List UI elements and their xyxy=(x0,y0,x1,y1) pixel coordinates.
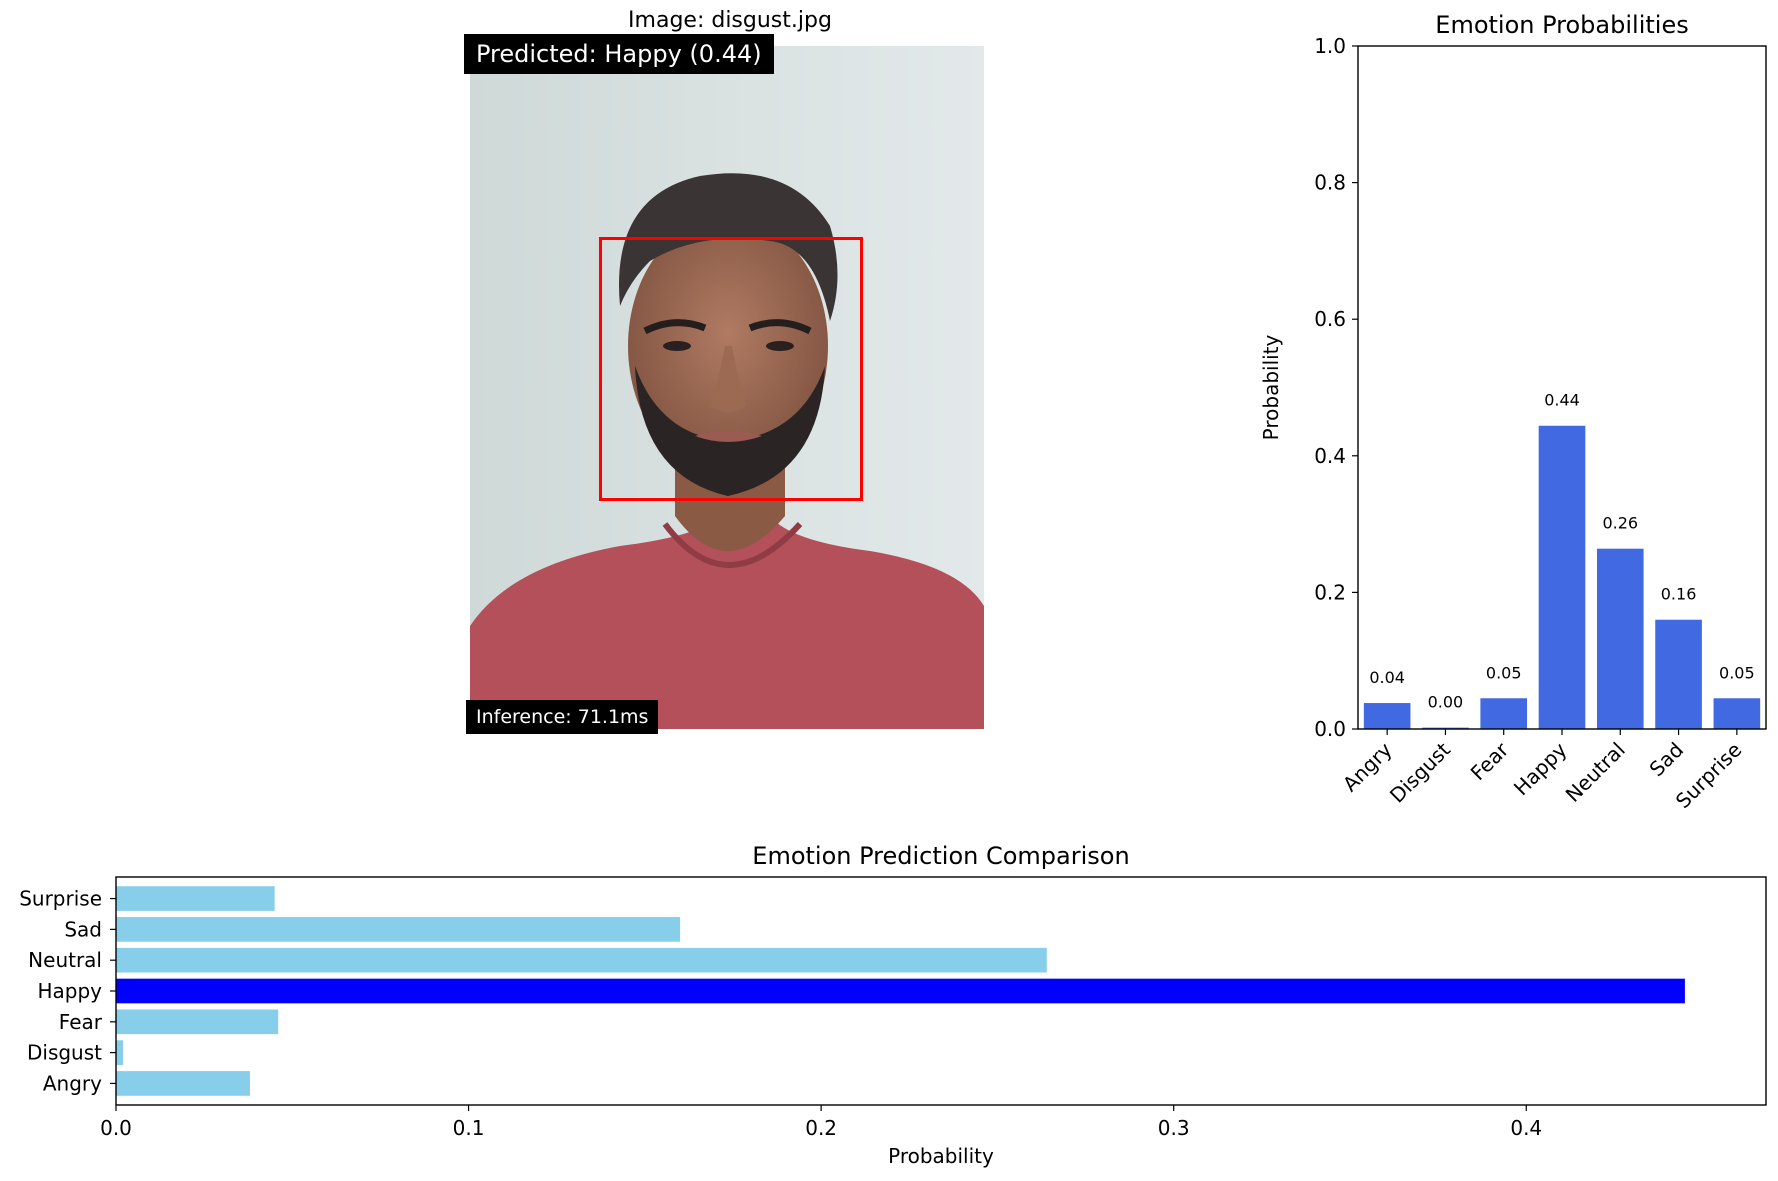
x-tick-label: 0.1 xyxy=(453,1116,485,1140)
emotion-probabilities-chart: Emotion Probabilities0.04Angry0.00Disgus… xyxy=(1259,11,1767,813)
chart-title: Emotion Prediction Comparison xyxy=(752,842,1129,870)
bar-fear xyxy=(1480,698,1528,729)
bar-value-label: 0.05 xyxy=(1486,663,1522,682)
x-tick-label: 0.3 xyxy=(1158,1116,1190,1140)
y-tick-label: Happy xyxy=(37,979,102,1003)
y-tick-label: Neutral xyxy=(28,948,102,972)
y-tick-label: 0.2 xyxy=(1314,580,1346,604)
bar-sad xyxy=(1655,619,1702,729)
hbar-sad xyxy=(116,917,681,942)
y-tick-label: Surprise xyxy=(19,887,102,911)
x-tick-label: 0.2 xyxy=(805,1116,837,1140)
hbar-neutral xyxy=(116,947,1047,973)
bar-angry xyxy=(1363,703,1411,729)
y-tick-label: Fear xyxy=(59,1010,103,1034)
emotion-comparison-chart: Emotion Prediction Comparison Angry Disgus… xyxy=(19,842,1767,1168)
x-tick-label: Disgust xyxy=(1385,737,1455,807)
x-tick-label: Fear xyxy=(1466,737,1514,785)
y-tick-label: 0.4 xyxy=(1314,444,1346,468)
y-tick-label: 0.8 xyxy=(1314,171,1346,195)
hbar-angry xyxy=(116,1071,250,1096)
x-tick-label: Sad xyxy=(1645,738,1689,782)
bar-value-label: 0.00 xyxy=(1428,693,1464,712)
bar-value-label: 0.26 xyxy=(1602,514,1638,533)
hbar-fear xyxy=(116,1009,279,1035)
image-panel: Image: disgust.jpg Predicted: Happy (0.4… xyxy=(0,0,1200,760)
image-title: Image: disgust.jpg xyxy=(628,8,832,33)
bar-value-label: 0.05 xyxy=(1719,663,1755,682)
bar-value-label: 0.16 xyxy=(1661,585,1697,604)
x-tick-label: Neutral xyxy=(1561,738,1630,807)
predicted-label: Predicted: Happy (0.44) xyxy=(464,34,774,74)
x-axis-label: Probability xyxy=(888,1144,994,1168)
bar-neutral xyxy=(1596,548,1644,729)
hbar-disgust xyxy=(116,1040,124,1065)
y-tick-label: Disgust xyxy=(27,1041,102,1065)
y-tick-label: 1.0 xyxy=(1314,34,1346,58)
bar-value-label: 0.44 xyxy=(1544,391,1580,410)
x-tick-label: 0.4 xyxy=(1510,1116,1542,1140)
bar-surprise xyxy=(1713,698,1761,729)
face-detection-box xyxy=(599,237,863,501)
x-tick-label: 0.0 xyxy=(100,1116,132,1140)
y-axis-label: Probability xyxy=(1259,334,1283,440)
y-tick-label: 0.6 xyxy=(1314,307,1346,331)
y-tick-label: 0.0 xyxy=(1314,717,1346,741)
bar-happy xyxy=(1538,425,1586,729)
y-tick-label: Angry xyxy=(43,1071,102,1095)
bar-value-label: 0.04 xyxy=(1369,668,1405,687)
inference-time-label: Inference: 71.1ms xyxy=(466,700,659,734)
y-tick-label: Sad xyxy=(64,917,102,941)
hbar-happy xyxy=(116,978,1685,1004)
chart-title: Emotion Probabilities xyxy=(1435,11,1688,39)
hbar-surprise xyxy=(116,886,275,911)
